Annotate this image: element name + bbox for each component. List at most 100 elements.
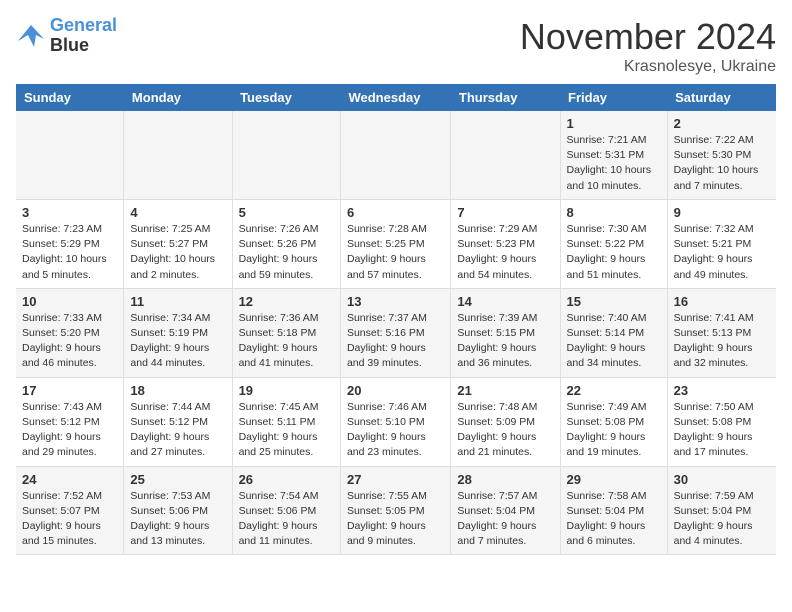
- weekday-header-friday: Friday: [560, 84, 667, 111]
- weekday-header-row: SundayMondayTuesdayWednesdayThursdayFrid…: [16, 84, 776, 111]
- logo: GeneralBlue: [16, 16, 117, 56]
- day-info: Sunrise: 7:54 AM Sunset: 5:06 PM Dayligh…: [239, 489, 334, 550]
- day-number: 28: [457, 472, 553, 487]
- day-cell: 20 Sunrise: 7:46 AM Sunset: 5:10 PM Dayli…: [340, 377, 450, 466]
- day-info: Sunrise: 7:36 AM Sunset: 5:18 PM Dayligh…: [239, 311, 334, 372]
- day-cell: 3 Sunrise: 7:23 AM Sunset: 5:29 PM Daylig…: [16, 199, 124, 288]
- weekday-header-wednesday: Wednesday: [340, 84, 450, 111]
- day-cell: 28Sunrise: 7:57 AM Sunset: 5:04 PM Dayli…: [451, 466, 560, 555]
- day-number: 10: [22, 294, 117, 309]
- day-info: Sunrise: 7:37 AM Sunset: 5:16 PM Dayligh…: [347, 311, 444, 372]
- day-number: 1: [567, 116, 661, 131]
- day-cell: [124, 111, 232, 199]
- day-cell: 26 Sunrise: 7:54 AM Sunset: 5:06 PM Dayli…: [232, 466, 340, 555]
- day-number: 2: [674, 116, 770, 131]
- day-info: Sunrise: 7:59 AM Sunset: 5:04 PM Dayligh…: [674, 489, 770, 550]
- day-cell: 5Sunrise: 7:26 AM Sunset: 5:26 PM Daylig…: [232, 199, 340, 288]
- week-row-5: 24 Sunrise: 7:52 AM Sunset: 5:07 PM Dayli…: [16, 466, 776, 555]
- day-number: 13: [347, 294, 444, 309]
- day-cell: 2 Sunrise: 7:22 AM Sunset: 5:30 PM Daylig…: [667, 111, 776, 199]
- day-info: Sunrise: 7:40 AM Sunset: 5:14 PM Dayligh…: [567, 311, 661, 372]
- day-number: 29: [567, 472, 661, 487]
- day-cell: 17Sunrise: 7:43 AM Sunset: 5:12 PM Dayli…: [16, 377, 124, 466]
- day-info: Sunrise: 7:39 AM Sunset: 5:15 PM Dayligh…: [457, 311, 553, 372]
- day-cell: 14 Sunrise: 7:39 AM Sunset: 5:15 PM Dayli…: [451, 288, 560, 377]
- weekday-header-saturday: Saturday: [667, 84, 776, 111]
- logo-text: GeneralBlue: [50, 16, 117, 56]
- day-number: 21: [457, 383, 553, 398]
- day-cell: 4Sunrise: 7:25 AM Sunset: 5:27 PM Daylig…: [124, 199, 232, 288]
- day-info: Sunrise: 7:46 AM Sunset: 5:10 PM Dayligh…: [347, 400, 444, 461]
- day-cell: [232, 111, 340, 199]
- day-info: Sunrise: 7:41 AM Sunset: 5:13 PM Dayligh…: [674, 311, 770, 372]
- day-cell: 15 Sunrise: 7:40 AM Sunset: 5:14 PM Dayli…: [560, 288, 667, 377]
- day-cell: 30 Sunrise: 7:59 AM Sunset: 5:04 PM Dayli…: [667, 466, 776, 555]
- day-cell: 27Sunrise: 7:55 AM Sunset: 5:05 PM Dayli…: [340, 466, 450, 555]
- day-cell: 7 Sunrise: 7:29 AM Sunset: 5:23 PM Daylig…: [451, 199, 560, 288]
- day-cell: 18Sunrise: 7:44 AM Sunset: 5:12 PM Dayli…: [124, 377, 232, 466]
- day-cell: 23 Sunrise: 7:50 AM Sunset: 5:08 PM Dayli…: [667, 377, 776, 466]
- day-number: 26: [239, 472, 334, 487]
- day-number: 6: [347, 205, 444, 220]
- day-number: 14: [457, 294, 553, 309]
- day-info: Sunrise: 7:30 AM Sunset: 5:22 PM Dayligh…: [567, 222, 661, 283]
- day-info: Sunrise: 7:55 AM Sunset: 5:05 PM Dayligh…: [347, 489, 444, 550]
- day-info: Sunrise: 7:50 AM Sunset: 5:08 PM Dayligh…: [674, 400, 770, 461]
- day-info: Sunrise: 7:25 AM Sunset: 5:27 PM Dayligh…: [130, 222, 225, 283]
- day-number: 7: [457, 205, 553, 220]
- month-title: November 2024: [520, 16, 776, 58]
- day-info: Sunrise: 7:22 AM Sunset: 5:30 PM Dayligh…: [674, 133, 770, 194]
- week-row-1: 1 Sunrise: 7:21 AM Sunset: 5:31 PM Daylig…: [16, 111, 776, 199]
- day-number: 19: [239, 383, 334, 398]
- weekday-header-monday: Monday: [124, 84, 232, 111]
- day-info: Sunrise: 7:52 AM Sunset: 5:07 PM Dayligh…: [22, 489, 117, 550]
- day-number: 12: [239, 294, 334, 309]
- page-header: GeneralBlue November 2024 Krasnolesye, U…: [16, 16, 776, 76]
- weekday-header-thursday: Thursday: [451, 84, 560, 111]
- day-number: 24: [22, 472, 117, 487]
- day-number: 11: [130, 294, 225, 309]
- day-info: Sunrise: 7:28 AM Sunset: 5:25 PM Dayligh…: [347, 222, 444, 283]
- day-cell: 8 Sunrise: 7:30 AM Sunset: 5:22 PM Daylig…: [560, 199, 667, 288]
- day-cell: 13 Sunrise: 7:37 AM Sunset: 5:16 PM Dayli…: [340, 288, 450, 377]
- day-cell: 10 Sunrise: 7:33 AM Sunset: 5:20 PM Dayli…: [16, 288, 124, 377]
- day-number: 9: [674, 205, 770, 220]
- day-cell: 16Sunrise: 7:41 AM Sunset: 5:13 PM Dayli…: [667, 288, 776, 377]
- day-info: Sunrise: 7:48 AM Sunset: 5:09 PM Dayligh…: [457, 400, 553, 461]
- week-row-3: 10 Sunrise: 7:33 AM Sunset: 5:20 PM Dayli…: [16, 288, 776, 377]
- day-info: Sunrise: 7:23 AM Sunset: 5:29 PM Dayligh…: [22, 222, 117, 283]
- day-info: Sunrise: 7:32 AM Sunset: 5:21 PM Dayligh…: [674, 222, 770, 283]
- calendar-table: SundayMondayTuesdayWednesdayThursdayFrid…: [16, 84, 776, 555]
- day-number: 25: [130, 472, 225, 487]
- day-number: 30: [674, 472, 770, 487]
- day-cell: 22Sunrise: 7:49 AM Sunset: 5:08 PM Dayli…: [560, 377, 667, 466]
- day-cell: 6 Sunrise: 7:28 AM Sunset: 5:25 PM Daylig…: [340, 199, 450, 288]
- day-info: Sunrise: 7:49 AM Sunset: 5:08 PM Dayligh…: [567, 400, 661, 461]
- calendar-body: 1 Sunrise: 7:21 AM Sunset: 5:31 PM Daylig…: [16, 111, 776, 555]
- day-number: 8: [567, 205, 661, 220]
- week-row-4: 17Sunrise: 7:43 AM Sunset: 5:12 PM Dayli…: [16, 377, 776, 466]
- day-cell: 12 Sunrise: 7:36 AM Sunset: 5:18 PM Dayli…: [232, 288, 340, 377]
- title-block: November 2024 Krasnolesye, Ukraine: [520, 16, 776, 76]
- day-info: Sunrise: 7:33 AM Sunset: 5:20 PM Dayligh…: [22, 311, 117, 372]
- day-info: Sunrise: 7:43 AM Sunset: 5:12 PM Dayligh…: [22, 400, 117, 461]
- day-cell: 25Sunrise: 7:53 AM Sunset: 5:06 PM Dayli…: [124, 466, 232, 555]
- day-info: Sunrise: 7:44 AM Sunset: 5:12 PM Dayligh…: [130, 400, 225, 461]
- day-cell: 9 Sunrise: 7:32 AM Sunset: 5:21 PM Daylig…: [667, 199, 776, 288]
- day-cell: [340, 111, 450, 199]
- day-cell: 19Sunrise: 7:45 AM Sunset: 5:11 PM Dayli…: [232, 377, 340, 466]
- day-cell: 1 Sunrise: 7:21 AM Sunset: 5:31 PM Daylig…: [560, 111, 667, 199]
- day-info: Sunrise: 7:58 AM Sunset: 5:04 PM Dayligh…: [567, 489, 661, 550]
- day-info: Sunrise: 7:21 AM Sunset: 5:31 PM Dayligh…: [567, 133, 661, 194]
- day-number: 3: [22, 205, 117, 220]
- day-cell: 21 Sunrise: 7:48 AM Sunset: 5:09 PM Dayli…: [451, 377, 560, 466]
- location-subtitle: Krasnolesye, Ukraine: [520, 58, 776, 76]
- day-number: 15: [567, 294, 661, 309]
- day-number: 20: [347, 383, 444, 398]
- day-cell: 24 Sunrise: 7:52 AM Sunset: 5:07 PM Dayli…: [16, 466, 124, 555]
- day-info: Sunrise: 7:29 AM Sunset: 5:23 PM Dayligh…: [457, 222, 553, 283]
- day-info: Sunrise: 7:26 AM Sunset: 5:26 PM Dayligh…: [239, 222, 334, 283]
- day-number: 23: [674, 383, 770, 398]
- week-row-2: 3 Sunrise: 7:23 AM Sunset: 5:29 PM Daylig…: [16, 199, 776, 288]
- day-info: Sunrise: 7:34 AM Sunset: 5:19 PM Dayligh…: [130, 311, 225, 372]
